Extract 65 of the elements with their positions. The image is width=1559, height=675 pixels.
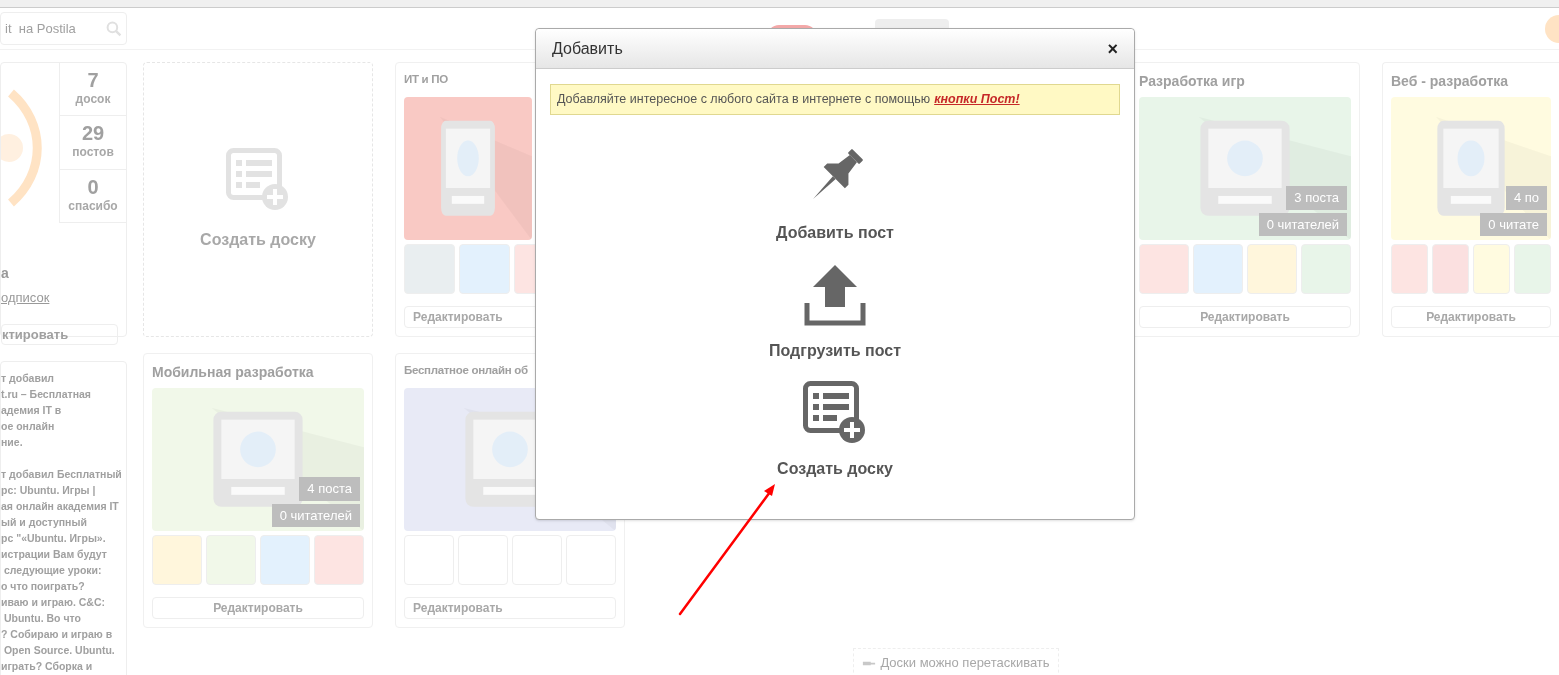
feed-text-line: Open Source. Ubuntu. — [2, 643, 115, 658]
feed-text-line: иваю и играю. C&C: — [1, 595, 105, 610]
count-label: 4 поста — [299, 477, 360, 501]
feed-text-line: ? Собираю и играю в — [1, 627, 113, 642]
feed-text-line: истрации Вам будут — [1, 547, 107, 562]
post-button-link[interactable]: кнопки Пост! — [934, 90, 1020, 109]
feed-text-line: t.ru – Бесплатная — [1, 387, 91, 402]
count-label: 3 поста — [1286, 186, 1347, 210]
dialog-title: Добавить — [552, 38, 623, 59]
thumbnail[interactable] — [314, 535, 364, 586]
feed-text-line: адемия IT в — [1, 403, 62, 418]
stat-value: 29 — [81, 123, 105, 144]
feed-text-line: о что поиграть? — [1, 579, 85, 594]
thumbnail[interactable] — [1391, 244, 1428, 295]
feed-text-line: ая онлайн академия IT — [1, 499, 119, 514]
dialog-action[interactable]: Создать доску — [777, 381, 893, 481]
edit-button[interactable]: Редактировать — [1391, 306, 1551, 328]
create-board-card[interactable]: Создать доску — [143, 62, 373, 337]
feed-text-line: Ubuntu. Во что — [2, 611, 81, 626]
thumbnail[interactable] — [459, 244, 510, 295]
feed-text-line: ое онлайн — [1, 419, 55, 434]
thumbnail[interactable] — [152, 535, 202, 586]
feed-text-line: т добавил Бесплатный — [1, 467, 122, 482]
thumbnail[interactable] — [1473, 244, 1510, 295]
create-board-label: Создать доску — [200, 229, 316, 250]
board-title[interactable]: Разработка игр — [1139, 71, 1245, 93]
search-field[interactable]: it на Postila — [0, 12, 127, 45]
board-title[interactable]: Веб - разработка — [1391, 71, 1509, 93]
stat-value: 0 — [87, 176, 99, 197]
feed-text-line: ние. — [1, 435, 23, 450]
thumbnail[interactable] — [1247, 244, 1297, 295]
feed-text-line: рс "«Ubuntu. Игры». — [1, 531, 106, 546]
board-title[interactable]: Мобильная разработка — [152, 362, 314, 384]
drag-hint-text: Доски можно перетаскивать — [880, 654, 1050, 673]
thumbnail[interactable] — [1432, 244, 1469, 295]
feed-text-line: ый и доступный — [1, 515, 87, 530]
thumbnail[interactable] — [1193, 244, 1243, 295]
feed-text-line: т добавил — [1, 371, 55, 386]
dialog-action[interactable]: Добавить пост — [776, 145, 894, 245]
add-board-icon — [226, 147, 290, 212]
feed-text-line: рс: Ubuntu. Игры | — [1, 483, 96, 498]
edit-button[interactable]: Редактировать — [404, 597, 616, 619]
profile-name: а — [1, 264, 9, 283]
add-board-icon — [803, 381, 867, 445]
notice-text: Добавляйте интересное с любого сайта в интернете с помощью — [557, 91, 931, 109]
edit-button[interactable]: Редактировать — [152, 597, 364, 619]
stat-label: постов — [72, 144, 114, 162]
thumbnail[interactable] — [260, 535, 310, 586]
dialog-action[interactable]: Подгрузить пост — [769, 263, 901, 363]
count-label: 0 читате — [1480, 212, 1547, 237]
edit-profile-button[interactable]: ктировать — [1, 323, 118, 345]
stat-label: досок — [75, 91, 111, 109]
feed-text-line: следующие уроки: — [2, 563, 102, 578]
stat-label: спасибо — [68, 197, 118, 215]
edit-button[interactable]: Редактировать — [1139, 306, 1351, 328]
board-title[interactable]: Бесплатное онлайн об — [404, 362, 528, 384]
thumbnail[interactable] — [1139, 244, 1189, 295]
count-label: 4 по — [1505, 186, 1547, 210]
feed-text-line: играть? Сборка и — [1, 659, 93, 674]
stat-value: 7 — [87, 70, 99, 91]
close-button[interactable]: × — [1107, 39, 1118, 58]
avatar-icon[interactable] — [1545, 14, 1559, 43]
board-title[interactable]: ИТ и ПО — [404, 71, 448, 93]
upload-icon — [803, 263, 867, 327]
subscriptions-link[interactable]: одписок — [1, 288, 50, 308]
